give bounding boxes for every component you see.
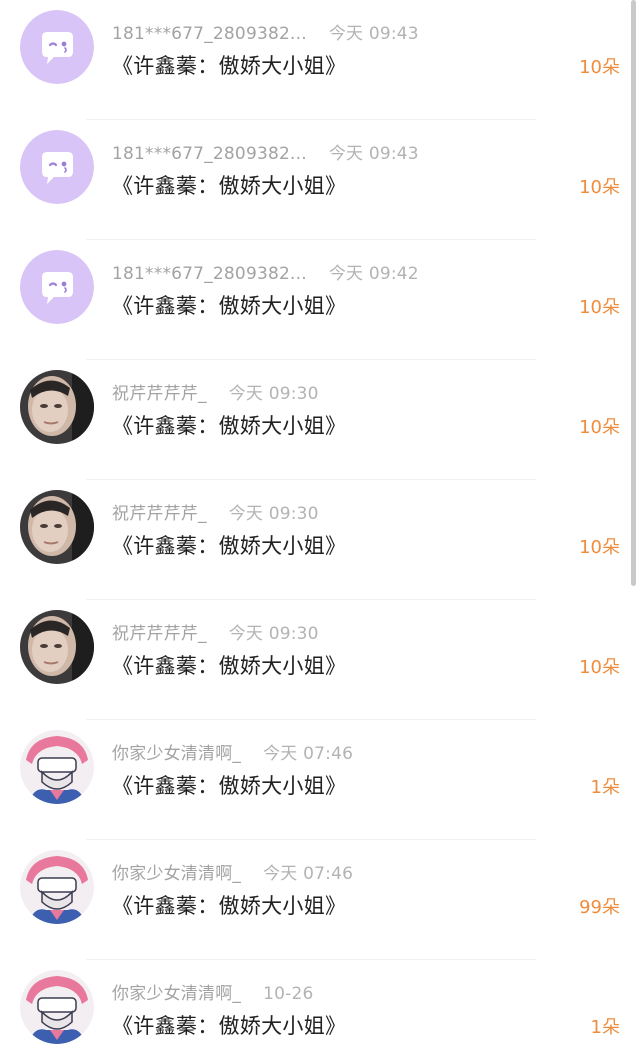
chat-bubble-icon [20, 10, 94, 84]
timestamp: 今天 09:30 [228, 624, 319, 644]
list-item[interactable]: 181***677_2809382... 今天 09:43 《许鑫蓁：傲娇大小姐》… [0, 0, 640, 120]
user-photo [20, 490, 94, 564]
list-item[interactable]: 181***677_2809382... 今天 09:42 《许鑫蓁：傲娇大小姐》… [0, 240, 640, 360]
avatar[interactable] [20, 730, 94, 804]
timestamp: 今天 07:46 [263, 864, 354, 884]
gift-title: 《许鑫蓁：傲娇大小姐》 [112, 174, 347, 198]
username: 祝芹芹芹芹_ 今天 09:30 [112, 624, 319, 644]
chat-bubble-icon [20, 130, 94, 204]
gift-title: 《许鑫蓁：傲娇大小姐》 [112, 54, 347, 78]
list-item[interactable]: 祝芹芹芹芹_ 今天 09:30 《许鑫蓁：傲娇大小姐》 10朵 [0, 480, 640, 600]
flower-count: 99朵 [579, 897, 620, 918]
list-item[interactable]: 祝芹芹芹芹_ 今天 09:30 《许鑫蓁：傲娇大小姐》 10朵 [0, 360, 640, 480]
avatar[interactable] [20, 130, 94, 204]
username: 祝芹芹芹芹_ 今天 09:30 [112, 504, 319, 524]
avatar[interactable] [20, 850, 94, 924]
flower-count: 10朵 [579, 57, 620, 78]
gift-title: 《许鑫蓁：傲娇大小姐》 [112, 414, 347, 438]
username: 181***677_2809382... 今天 09:42 [112, 264, 419, 284]
avatar[interactable] [20, 10, 94, 84]
gift-title: 《许鑫蓁：傲娇大小姐》 [112, 774, 347, 798]
gift-title: 《许鑫蓁：傲娇大小姐》 [112, 654, 347, 678]
avatar[interactable] [20, 490, 94, 564]
anime-avatar [20, 730, 94, 804]
timestamp: 10-26 [263, 984, 314, 1004]
username: 祝芹芹芹芹_ 今天 09:30 [112, 384, 319, 404]
username: 181***677_2809382... 今天 09:43 [112, 24, 419, 44]
flower-count: 10朵 [579, 657, 620, 678]
flower-count: 10朵 [579, 417, 620, 438]
flower-count: 10朵 [579, 177, 620, 198]
timestamp: 今天 09:43 [328, 24, 419, 44]
username: 你家少女清清啊_ 今天 07:46 [112, 744, 354, 764]
gift-title: 《许鑫蓁：傲娇大小姐》 [112, 894, 347, 918]
avatar[interactable] [20, 970, 94, 1044]
user-photo [20, 370, 94, 444]
list-item[interactable]: 181***677_2809382... 今天 09:43 《许鑫蓁：傲娇大小姐》… [0, 120, 640, 240]
anime-avatar [20, 970, 94, 1044]
avatar[interactable] [20, 370, 94, 444]
gift-title: 《许鑫蓁：傲娇大小姐》 [112, 534, 347, 558]
timestamp: 今天 09:30 [228, 504, 319, 524]
flower-count: 10朵 [579, 297, 620, 318]
avatar[interactable] [20, 610, 94, 684]
list-item[interactable]: 你家少女清清啊_ 10-26 《许鑫蓁：傲娇大小姐》 1朵 [0, 960, 640, 1048]
flower-count: 10朵 [579, 537, 620, 558]
flower-count: 1朵 [590, 777, 620, 798]
gift-title: 《许鑫蓁：傲娇大小姐》 [112, 294, 347, 318]
chat-bubble-icon [20, 250, 94, 324]
username: 你家少女清清啊_ 今天 07:46 [112, 864, 354, 884]
username: 181***677_2809382... 今天 09:43 [112, 144, 419, 164]
timestamp: 今天 09:30 [228, 384, 319, 404]
flower-count: 1朵 [590, 1017, 620, 1038]
avatar[interactable] [20, 250, 94, 324]
list-item[interactable]: 祝芹芹芹芹_ 今天 09:30 《许鑫蓁：傲娇大小姐》 10朵 [0, 600, 640, 720]
timestamp: 今天 09:43 [328, 144, 419, 164]
scrollbar[interactable] [631, 0, 636, 586]
username: 你家少女清清啊_ 10-26 [112, 984, 314, 1004]
gift-title: 《许鑫蓁：傲娇大小姐》 [112, 1014, 347, 1038]
user-photo [20, 610, 94, 684]
list-item[interactable]: 你家少女清清啊_ 今天 07:46 《许鑫蓁：傲娇大小姐》 99朵 [0, 840, 640, 960]
timestamp: 今天 07:46 [263, 744, 354, 764]
list-item[interactable]: 你家少女清清啊_ 今天 07:46 《许鑫蓁：傲娇大小姐》 1朵 [0, 720, 640, 840]
timestamp: 今天 09:42 [328, 264, 419, 284]
anime-avatar [20, 850, 94, 924]
